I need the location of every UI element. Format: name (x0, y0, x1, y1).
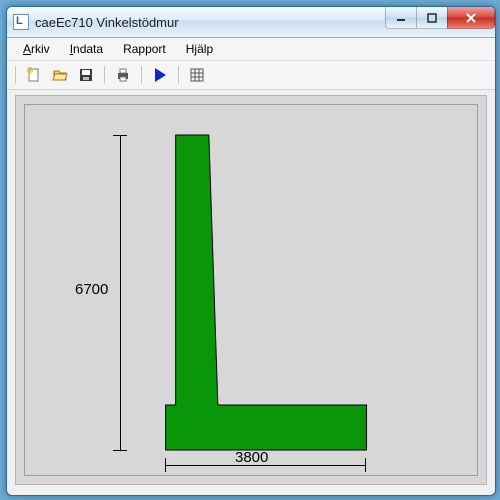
new-button[interactable] (24, 65, 44, 85)
menu-hjalp[interactable]: Hjälp (176, 40, 223, 58)
grid-icon (189, 67, 205, 83)
save-icon (78, 67, 94, 83)
run-button[interactable] (150, 65, 170, 85)
print-icon (115, 67, 131, 83)
toolbar (7, 61, 495, 90)
grid-button[interactable] (187, 65, 207, 85)
toolbar-sep (104, 66, 105, 84)
dim-width-value: 3800 (235, 449, 268, 466)
toolbar-sep (178, 66, 179, 84)
dim-height-line (120, 135, 121, 450)
toolbar-sep (15, 66, 16, 84)
window-title: caeEc710 Vinkelstödmur (35, 15, 179, 30)
run-icon (151, 66, 169, 84)
dim-height-cap-bottom (113, 450, 127, 451)
dim-height-cap-top (113, 135, 127, 136)
window-controls (386, 7, 495, 29)
titlebar[interactable]: caeEc710 Vinkelstödmur (7, 7, 495, 38)
dim-width-cap-right (365, 458, 366, 472)
minimize-icon (396, 13, 406, 23)
menu-rapport[interactable]: Rapport (113, 40, 176, 58)
close-icon (465, 12, 477, 24)
app-window: caeEc710 Vinkelstödmur Arkiv Indata Rapp… (6, 6, 496, 496)
maximize-icon (427, 13, 437, 23)
menubar: Arkiv Indata Rapport Hjälp (7, 38, 495, 61)
drawing-area: 6700 3800 (15, 95, 487, 485)
maximize-button[interactable] (416, 7, 448, 29)
new-icon (26, 67, 42, 83)
dim-width-cap-left (165, 458, 166, 472)
toolbar-sep (141, 66, 142, 84)
close-button[interactable] (447, 7, 495, 29)
open-icon (52, 67, 68, 83)
minimize-button[interactable] (385, 7, 417, 29)
menu-arkiv[interactable]: Arkiv (13, 40, 60, 58)
app-icon (13, 14, 29, 30)
save-button[interactable] (76, 65, 96, 85)
menu-indata[interactable]: Indata (60, 40, 113, 58)
open-button[interactable] (50, 65, 70, 85)
dim-height-value: 6700 (75, 281, 108, 298)
drawing-canvas[interactable]: 6700 3800 (24, 104, 478, 476)
print-button[interactable] (113, 65, 133, 85)
